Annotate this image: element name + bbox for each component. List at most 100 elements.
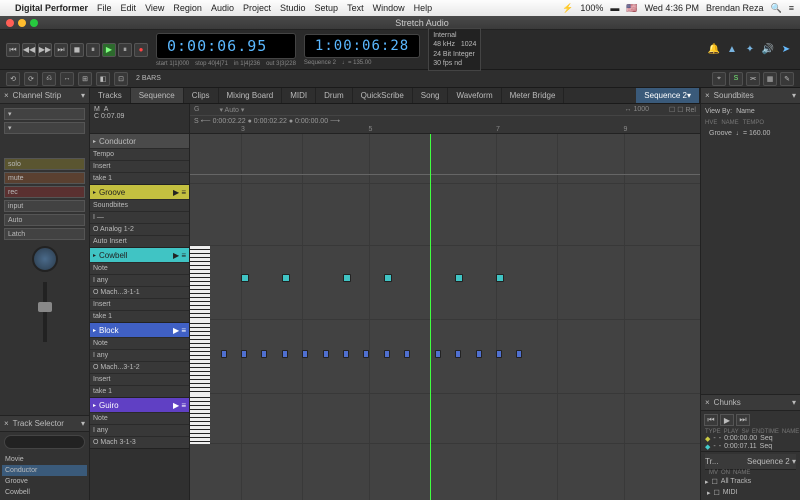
volume-fader[interactable]: [43, 282, 47, 342]
menu-project[interactable]: Project: [243, 3, 271, 13]
minimize-icon[interactable]: [18, 19, 26, 27]
rec-enable-button[interactable]: rec: [4, 186, 85, 198]
panel-menu-icon[interactable]: ▾: [81, 419, 85, 428]
tool-3[interactable]: ⎌: [42, 72, 56, 86]
tool-2[interactable]: ⟳: [24, 72, 38, 86]
track-header-guiro[interactable]: ▸Guiro▶ ≡: [90, 398, 189, 412]
tab-mixing[interactable]: Mixing Board: [219, 88, 283, 103]
solo-button[interactable]: solo: [4, 158, 85, 170]
midi-clip[interactable]: [404, 350, 410, 358]
link-tool[interactable]: ⫘: [746, 72, 760, 86]
track-sub[interactable]: take 1: [90, 310, 189, 322]
panel-menu-icon[interactable]: ▾: [792, 398, 796, 407]
track-sub[interactable]: I —: [90, 211, 189, 223]
rewind-button[interactable]: ⏮: [6, 43, 20, 57]
track-sub[interactable]: take 1: [90, 172, 189, 184]
track-header-conductor[interactable]: ▸Conductor: [90, 134, 189, 148]
menu-region[interactable]: Region: [173, 3, 202, 13]
menu-setup[interactable]: Setup: [315, 3, 339, 13]
input-button[interactable]: input: [4, 200, 85, 212]
midi-clip[interactable]: [282, 274, 290, 282]
midi-clip[interactable]: [302, 350, 308, 358]
tool-7[interactable]: ⊡: [114, 72, 128, 86]
flag-icon[interactable]: 🇺🇸: [626, 3, 637, 14]
aux-counter[interactable]: 1:00:06:28: [304, 34, 420, 58]
rel-toggle[interactable]: ☐ ☐ Rel: [669, 106, 696, 114]
menu-audio[interactable]: Audio: [211, 3, 234, 13]
tab-sequence[interactable]: Sequence: [131, 88, 184, 103]
playhead[interactable]: [430, 134, 431, 500]
midi-clip[interactable]: [435, 350, 441, 358]
close-panel-icon[interactable]: ×: [705, 398, 710, 407]
chunk-play-button[interactable]: ▶: [720, 414, 734, 426]
close-icon[interactable]: [6, 19, 14, 27]
zoom-value[interactable]: ↔ 1000: [625, 106, 650, 113]
seq-select[interactable]: Sequence 2 ▾: [747, 457, 796, 466]
wifi-icon[interactable]: ⚡: [562, 3, 573, 14]
track-header-block[interactable]: ▸Block▶ ≡: [90, 323, 189, 337]
track-sub[interactable]: I any: [90, 274, 189, 286]
track-selector-item[interactable]: Conductor: [2, 465, 87, 476]
track-sub[interactable]: Note: [90, 412, 189, 424]
record-button[interactable]: ●: [134, 43, 148, 57]
midi-clip[interactable]: [496, 350, 502, 358]
menu-help[interactable]: Help: [414, 3, 433, 13]
midi-clip[interactable]: [476, 350, 482, 358]
track-sub[interactable]: Auto Insert: [90, 235, 189, 247]
track-sub[interactable]: Soundbites: [90, 199, 189, 211]
pause-button[interactable]: ⏸: [86, 43, 100, 57]
midi-clip[interactable]: [343, 350, 349, 358]
channel-slot-1[interactable]: ▾: [4, 108, 85, 120]
panel-menu-icon[interactable]: ▾: [792, 91, 796, 100]
track-sub[interactable]: Insert: [90, 373, 189, 385]
snap-tool[interactable]: ⌖: [712, 72, 726, 86]
tempo-display[interactable]: ♩= 135.00: [342, 60, 372, 66]
metronome-icon[interactable]: ▲: [724, 42, 740, 58]
track-sub[interactable]: Note: [90, 262, 189, 274]
tool-5[interactable]: ⊞: [78, 72, 92, 86]
click-icon[interactable]: ✦: [742, 42, 758, 58]
tab-clips[interactable]: Clips: [184, 88, 219, 103]
midi-clip[interactable]: [343, 274, 351, 282]
track-sub[interactable]: Note: [90, 337, 189, 349]
auto-mode[interactable]: ▾ Auto ▾: [219, 106, 244, 114]
grid-tool[interactable]: ▦: [763, 72, 777, 86]
track-selector-item[interactable]: Cowbell: [2, 487, 87, 498]
track-search-input[interactable]: [4, 435, 85, 449]
tab-drum[interactable]: Drum: [316, 88, 353, 103]
tab-waveform[interactable]: Waveform: [448, 88, 501, 103]
mute-button[interactable]: mute: [4, 172, 85, 184]
pan-knob[interactable]: [32, 246, 58, 272]
midi-clip[interactable]: [455, 350, 461, 358]
arrangement-lanes[interactable]: [190, 134, 700, 500]
panel-menu-icon[interactable]: ▾: [81, 91, 85, 100]
play-button[interactable]: ▶: [102, 43, 116, 57]
menu-edit[interactable]: Edit: [121, 3, 137, 13]
track-sub[interactable]: Tempo: [90, 148, 189, 160]
tree-item[interactable]: ▸☐All Tracks: [705, 476, 796, 487]
tool-4[interactable]: ↔: [60, 72, 74, 86]
midi-clip[interactable]: [261, 350, 267, 358]
menu-studio[interactable]: Studio: [280, 3, 306, 13]
track-sub[interactable]: take 1: [90, 385, 189, 397]
menu-text[interactable]: Text: [347, 3, 364, 13]
close-panel-icon[interactable]: ×: [4, 91, 9, 100]
track-selector-item[interactable]: Groove: [2, 476, 87, 487]
s-tool[interactable]: S: [729, 72, 743, 86]
viewby-select[interactable]: Name: [736, 108, 755, 115]
app-name[interactable]: Digital Performer: [15, 3, 88, 13]
track-sub[interactable]: I any: [90, 349, 189, 361]
tab-meterbridge[interactable]: Meter Bridge: [502, 88, 565, 103]
midi-clip[interactable]: [241, 274, 249, 282]
track-sub[interactable]: O Mach...3-1-2: [90, 361, 189, 373]
midi-clip[interactable]: [384, 274, 392, 282]
pencil-tool[interactable]: ✎: [780, 72, 794, 86]
zoom-icon[interactable]: [30, 19, 38, 27]
midi-clip[interactable]: [221, 350, 227, 358]
menu-window[interactable]: Window: [373, 3, 405, 13]
midi-clip[interactable]: [496, 274, 504, 282]
tab-quickscribe[interactable]: QuickScribe: [353, 88, 413, 103]
spotlight-icon[interactable]: 🔍: [771, 3, 782, 14]
tree-item[interactable]: ▸☐MIDI: [705, 487, 796, 498]
bell-icon[interactable]: 🔔: [706, 42, 722, 58]
